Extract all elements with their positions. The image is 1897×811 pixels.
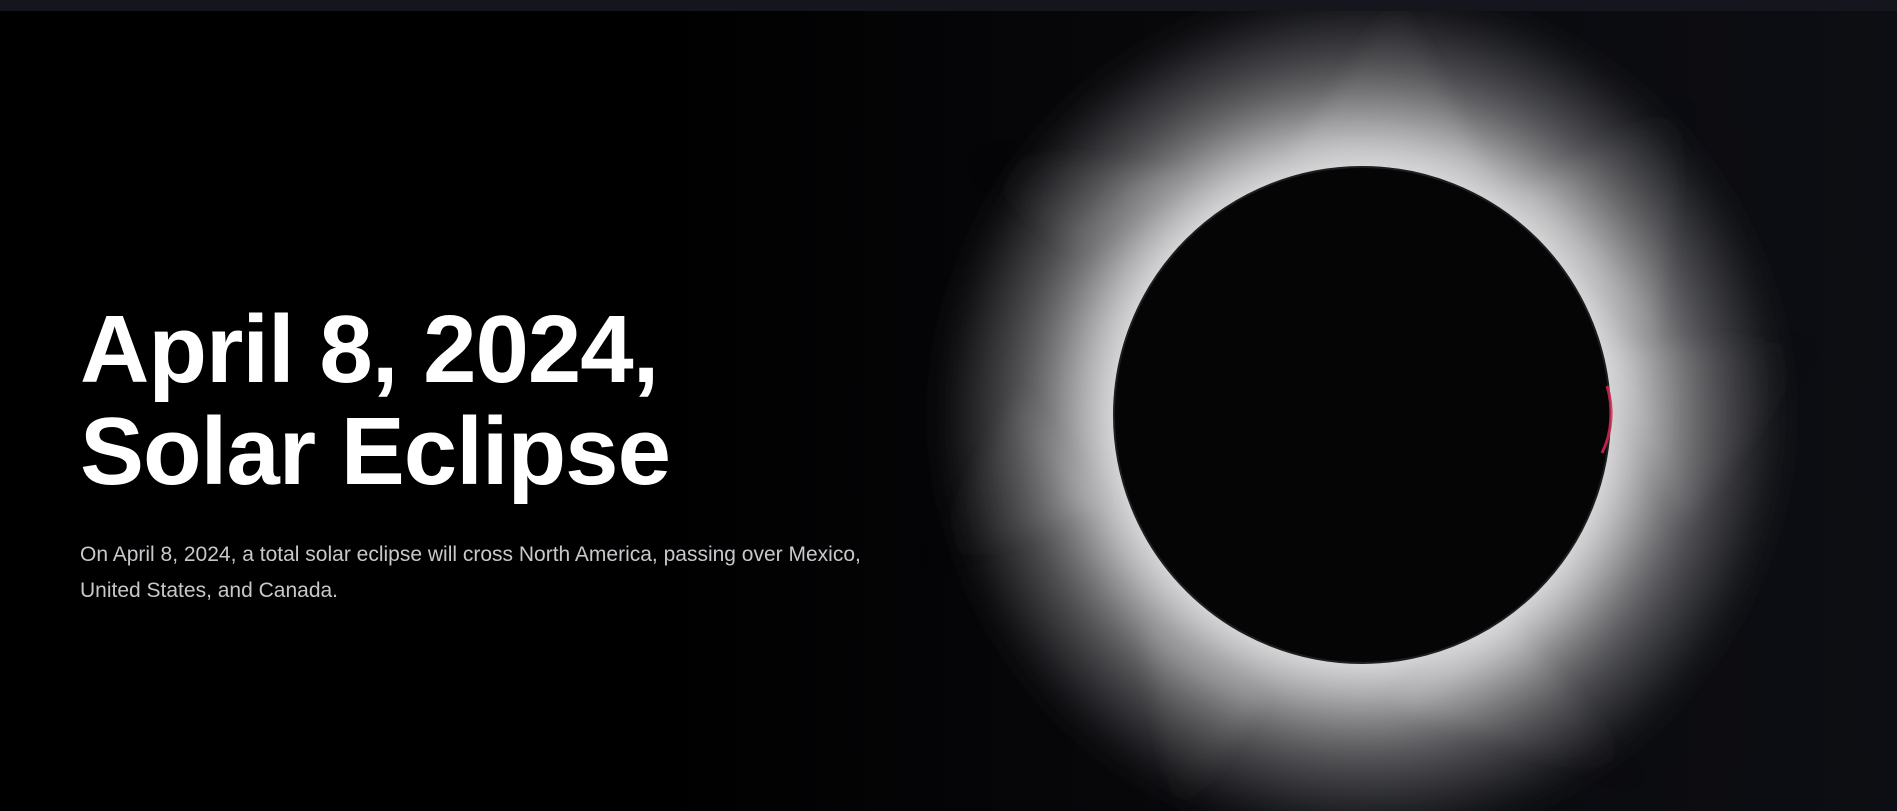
- hero-section: April 8, 2024, Solar Eclipse On April 8,…: [0, 11, 1897, 811]
- hero-text-block: April 8, 2024, Solar Eclipse On April 8,…: [80, 299, 880, 609]
- hero-title: April 8, 2024, Solar Eclipse: [80, 299, 880, 503]
- hero-description: On April 8, 2024, a total solar eclipse …: [80, 543, 861, 602]
- top-navigation-bar: [0, 0, 1897, 11]
- hero-title-line-2: Solar Eclipse: [80, 398, 671, 505]
- hero-title-line-1: April 8, 2024,: [80, 296, 659, 403]
- moon-disk: [1113, 166, 1613, 664]
- page: April 8, 2024, Solar Eclipse On April 8,…: [0, 0, 1897, 811]
